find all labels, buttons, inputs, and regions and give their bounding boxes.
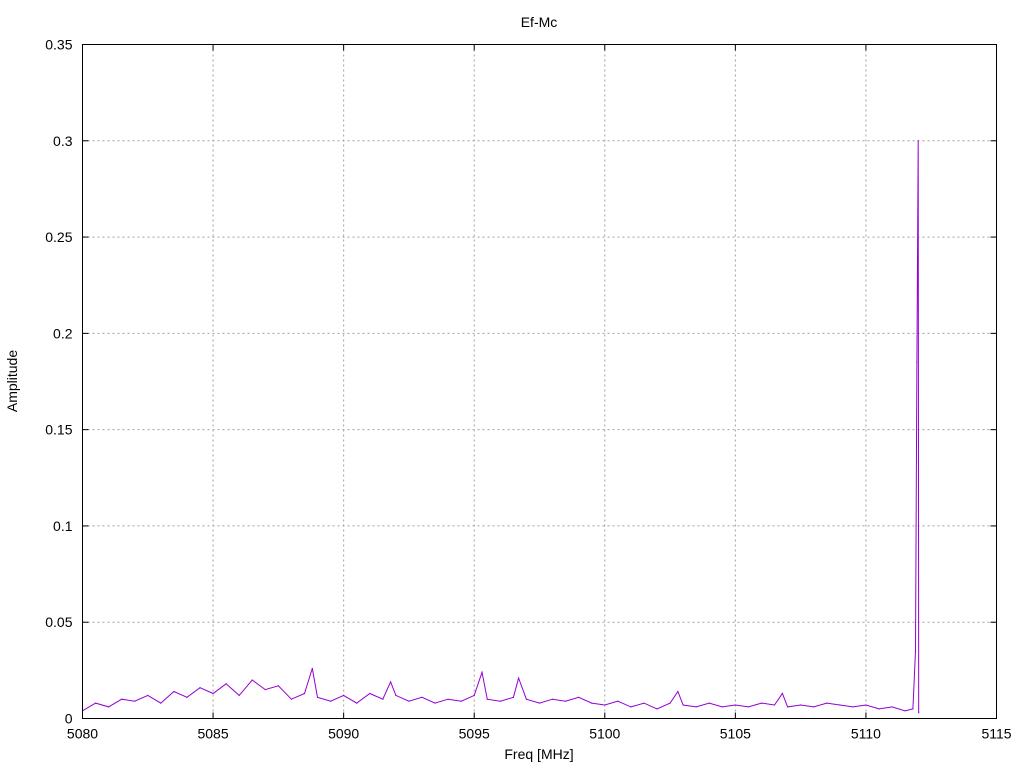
data-point: [199, 687, 201, 689]
data-point: [904, 710, 906, 712]
data-point: [695, 706, 697, 708]
data-point: [147, 694, 149, 696]
data-point: [781, 692, 783, 695]
data-point: [617, 700, 619, 702]
data-point: [108, 706, 110, 708]
data-point: [290, 698, 293, 700]
data-point: [839, 704, 841, 706]
x-tick-label: 5115: [981, 726, 1011, 742]
data-point: [773, 704, 776, 706]
data-point: [734, 704, 736, 706]
y-tick-label: 0.05: [45, 614, 72, 630]
data-point: [303, 692, 306, 695]
data-point: [486, 698, 488, 700]
data-point: [551, 698, 554, 700]
data-point: [238, 694, 240, 696]
y-tick-label: 0.15: [45, 422, 72, 438]
data-point: [852, 706, 854, 708]
data-point: [518, 677, 520, 679]
data-point: [865, 704, 867, 706]
x-tick-label: 5080: [67, 726, 98, 742]
data-point: [912, 708, 914, 710]
x-axis-label: Freq [MHz]: [504, 746, 573, 762]
data-point: [656, 708, 658, 710]
data-point: [251, 679, 253, 681]
y-tick-label: 0.35: [45, 37, 72, 53]
plot-frame: [82, 44, 997, 719]
series-layer: [81, 140, 920, 714]
data-point: [395, 694, 397, 696]
data-point: [421, 696, 423, 698]
data-point: [447, 698, 449, 700]
data-point: [721, 706, 723, 708]
data-point: [604, 704, 606, 706]
x-tick-label: 5085: [197, 726, 228, 742]
data-point: [760, 702, 763, 704]
data-point: [329, 700, 332, 702]
data-point: [565, 700, 567, 702]
data-point: [747, 706, 750, 708]
chart: 5080 5085 5090 5095 5100 5105 5110 5115 0 0.05 0.1…: [4, 14, 1012, 762]
data-point: [914, 650, 917, 652]
y-tick-label: 0.3: [53, 133, 73, 149]
data-point: [512, 696, 514, 698]
data-point: [225, 683, 227, 685]
data-point: [630, 706, 632, 708]
data-point: [277, 685, 279, 687]
data-point: [669, 702, 671, 704]
data-point: [481, 671, 483, 673]
y-tick-label: 0.25: [45, 229, 72, 245]
data-point: [826, 702, 828, 704]
data-point: [918, 712, 920, 714]
series-line: [82, 140, 920, 713]
y-axis-label: Amplitude: [4, 350, 20, 412]
data-point: [173, 690, 175, 693]
grid-layer: [82, 44, 997, 719]
data-point: [316, 696, 319, 698]
data-point: [460, 700, 462, 702]
data-point: [311, 667, 313, 670]
data-point: [677, 690, 679, 693]
data-point: [134, 700, 136, 702]
data-point: [682, 704, 684, 706]
data-point: [264, 689, 266, 691]
data-point: [408, 700, 410, 702]
data-point: [917, 140, 919, 142]
data-point: [499, 700, 501, 702]
data-point: [708, 702, 710, 704]
x-tick-label: 5100: [589, 726, 620, 742]
data-point: [643, 702, 645, 704]
data-point: [160, 702, 162, 704]
data-point: [356, 702, 358, 704]
data-point: [538, 702, 541, 704]
data-point: [369, 692, 371, 695]
x-tick-label: 5105: [720, 726, 751, 742]
data-point: [591, 702, 593, 704]
data-point: [916, 361, 918, 363]
data-point: [94, 702, 97, 704]
chart-title: Ef-Mc: [521, 14, 558, 30]
data-point: [813, 706, 815, 708]
y-tick-label: 0.1: [53, 518, 73, 534]
data-point: [434, 702, 436, 704]
data-point: [525, 698, 528, 700]
y-tick-label: 0: [65, 711, 73, 727]
data-point: [878, 708, 880, 710]
data-point: [390, 681, 392, 683]
data-point: [343, 694, 345, 696]
tick-layer: 5080 5085 5090 5095 5100 5105 5110 5115 0 0.05 0.1…: [45, 37, 1012, 742]
x-tick-label: 5095: [459, 726, 490, 742]
data-point: [473, 694, 475, 696]
data-point: [800, 704, 802, 706]
x-tick-label: 5110: [851, 726, 881, 742]
data-point: [786, 706, 789, 708]
data-point: [212, 692, 214, 695]
data-point: [891, 706, 893, 708]
data-point: [121, 698, 123, 700]
x-tick-label: 5090: [328, 726, 359, 742]
data-point: [382, 698, 384, 700]
y-tick-label: 0.2: [53, 325, 73, 341]
data-point: [186, 696, 188, 698]
data-point: [578, 696, 580, 698]
